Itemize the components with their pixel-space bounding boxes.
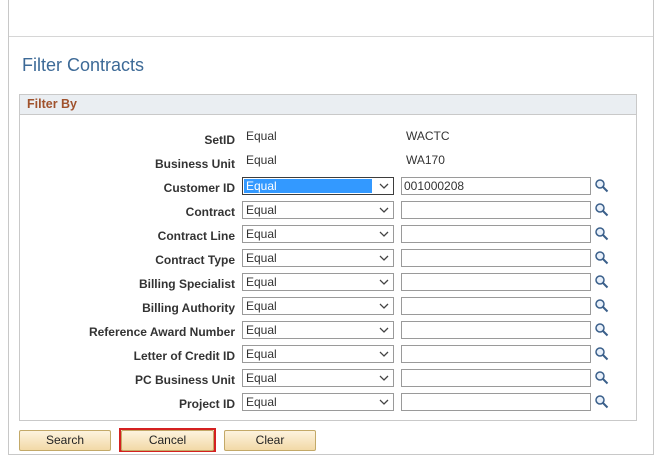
setid-row: SetID Equal WACTC [20,129,636,149]
page-title: Filter Contracts [22,55,145,75]
billing-authority-row: Billing Authority Equal [20,297,636,317]
chevron-down-icon [379,399,389,405]
contract-type-label: Contract Type [155,253,235,267]
billing-authority-label: Billing Authority [142,301,235,315]
reference-award-number-operator-value: Equal [246,323,277,337]
contract-type-row: Contract Type Equal [20,249,636,269]
customer-id-input[interactable]: 001000208 [401,177,591,195]
top-divider [9,36,653,37]
contract-type-operator-value: Equal [246,251,277,265]
cancel-button[interactable]: Cancel [121,430,214,451]
magnifier-icon[interactable] [594,250,609,265]
chevron-down-icon [379,207,389,213]
magnifier-icon[interactable] [594,370,609,385]
billing-authority-operator-value: Equal [246,299,277,313]
letter-of-credit-id-label: Letter of Credit ID [133,349,235,363]
magnifier-icon[interactable] [594,394,609,409]
project-id-operator-select[interactable]: Equal [242,393,394,411]
letter-of-credit-id-row: Letter of Credit ID Equal [20,345,636,365]
chevron-down-icon [379,303,389,309]
contract-line-operator-value: Equal [246,227,277,241]
magnifier-icon[interactable] [594,178,609,193]
business-unit-row: Business Unit Equal WA170 [20,153,636,173]
project-id-row: Project ID Equal [20,393,636,413]
contract-line-operator-select[interactable]: Equal [242,225,394,243]
contract-line-row: Contract Line Equal [20,225,636,245]
reference-award-number-operator-select[interactable]: Equal [242,321,394,339]
contract-type-input[interactable] [401,249,591,267]
contract-line-input[interactable] [401,225,591,243]
billing-specialist-label: Billing Specialist [138,277,235,291]
pc-business-unit-input[interactable] [401,369,591,387]
contract-operator-value: Equal [246,203,277,217]
contract-operator-select[interactable]: Equal [242,201,394,219]
reference-award-number-input[interactable] [401,321,591,339]
magnifier-icon[interactable] [594,202,609,217]
project-id-label: Project ID [178,397,235,411]
billing-authority-operator-select[interactable]: Equal [242,297,394,315]
contract-row: Contract Equal [20,201,636,221]
project-id-operator-value: Equal [246,395,277,409]
customer-id-operator-value: Equal [244,179,372,193]
letter-of-credit-id-operator-value: Equal [246,347,277,361]
contract-line-label: Contract Line [157,229,235,243]
magnifier-icon[interactable] [594,322,609,337]
project-id-input[interactable] [401,393,591,411]
setid-label: SetID [204,133,235,147]
reference-award-number-row: Reference Award Number Equal [20,321,636,341]
pc-business-unit-row: PC Business Unit Equal [20,369,636,389]
chevron-down-icon [379,231,389,237]
magnifier-icon[interactable] [594,226,609,241]
letter-of-credit-id-operator-select[interactable]: Equal [242,345,394,363]
chevron-down-icon [379,279,389,285]
clear-button[interactable]: Clear [224,430,316,451]
chevron-down-icon [379,375,389,381]
billing-authority-input[interactable] [401,297,591,315]
pc-business-unit-operator-select[interactable]: Equal [242,369,394,387]
business-unit-value: WA170 [406,153,445,167]
business-unit-operator: Equal [246,153,277,167]
customer-id-row: Customer ID Equal 001000208 [20,177,636,197]
contract-type-operator-select[interactable]: Equal [242,249,394,267]
pc-business-unit-label: PC Business Unit [134,373,235,387]
customer-id-label: Customer ID [163,181,235,195]
billing-specialist-row: Billing Specialist Equal [20,273,636,293]
magnifier-icon[interactable] [594,346,609,361]
setid-value: WACTC [406,129,450,143]
filter-by-group: Filter By SetID Equal WACTC Business Uni… [19,94,637,421]
billing-specialist-operator-value: Equal [246,275,277,289]
magnifier-icon[interactable] [594,274,609,289]
chevron-down-icon [379,327,389,333]
billing-specialist-input[interactable] [401,273,591,291]
filter-by-header: Filter By [20,95,636,115]
search-button[interactable]: Search [19,430,111,451]
contract-input[interactable] [401,201,591,219]
setid-operator: Equal [246,129,277,143]
customer-id-operator-select[interactable]: Equal [242,177,394,195]
chevron-down-icon [379,255,389,261]
business-unit-label: Business Unit [154,157,235,171]
billing-specialist-operator-select[interactable]: Equal [242,273,394,291]
contract-label: Contract [185,205,235,219]
letter-of-credit-id-input[interactable] [401,345,591,363]
chevron-down-icon [379,351,389,357]
magnifier-icon[interactable] [594,298,609,313]
chevron-down-icon [379,183,389,189]
pc-business-unit-operator-value: Equal [246,371,277,385]
reference-award-number-label: Reference Award Number [88,325,235,339]
